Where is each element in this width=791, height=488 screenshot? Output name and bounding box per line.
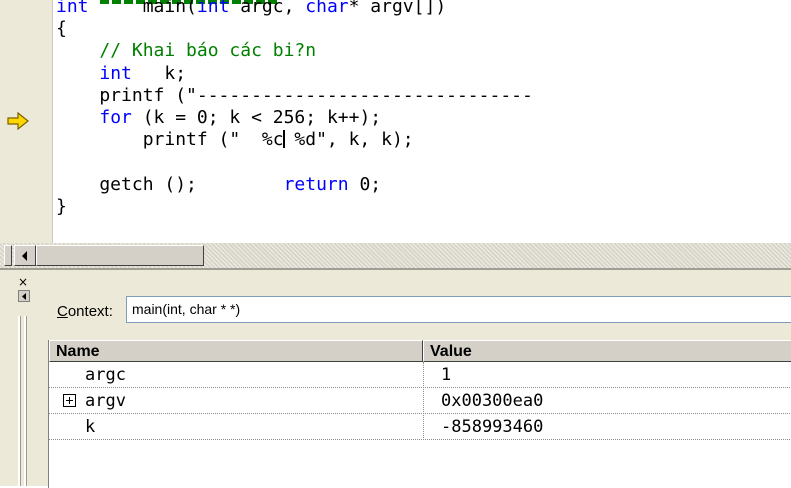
code-editor[interactable]: int main(int argc, char* argv[]){ // Kha… [0, 0, 791, 243]
variable-value: 0x00300ea0 [441, 391, 544, 411]
watch-toolbar: × [0, 270, 42, 486]
code-comment: // Khai báo các bi?n [99, 40, 317, 62]
watch-pane: × Context: main(int, char * *) Name Valu… [0, 268, 791, 488]
code-line[interactable]: printf ("------------------------------- [56, 84, 533, 107]
code-text: main( [88, 0, 197, 17]
code-keyword: char [305, 0, 349, 17]
context-label: Context: [57, 303, 113, 320]
table-row[interactable]: argc 1 [49, 362, 791, 388]
code-line[interactable]: int main(int argc, char* argv[]) [56, 0, 533, 18]
context-label-accel: C [57, 303, 68, 320]
variable-name: k [85, 417, 96, 437]
code-text: printf ("------------------------------- [56, 84, 533, 106]
arrow-left-icon [22, 251, 27, 261]
expand-plus-icon[interactable] [63, 394, 76, 407]
code-keyword: int [196, 0, 230, 17]
code-line[interactable]: for (k = 0; k < 256; k++); [56, 107, 533, 129]
context-label-text: ontext: [67, 303, 113, 320]
variables-table: Name Value argc 1 argv 0x00300ea0 k -858… [48, 340, 791, 488]
variable-name: argc [85, 365, 126, 385]
scroll-left-button[interactable] [14, 245, 36, 266]
code-line[interactable]: // Khai báo các bi?n [56, 40, 533, 62]
code-text: (k = 0; k < 256; k++); [131, 107, 382, 129]
source-code[interactable]: int main(int argc, char* argv[]){ // Kha… [56, 0, 533, 218]
split-handle[interactable] [4, 245, 12, 266]
code-text: getch (); [56, 173, 284, 195]
table-row[interactable]: argv 0x00300ea0 [49, 388, 791, 414]
table-row[interactable]: k -858993460 [49, 414, 791, 440]
code-line[interactable] [56, 151, 533, 173]
current-line-arrow-icon [7, 112, 29, 130]
code-text: { [56, 18, 67, 40]
variable-value: 1 [441, 365, 452, 385]
code-text: argc, [229, 0, 306, 17]
code-text: printf (" %c [56, 129, 284, 151]
context-dropdown[interactable]: main(int, char * *) [126, 296, 791, 323]
watch-scroll-left-button[interactable] [18, 290, 30, 302]
code-line[interactable]: printf (" %c %d", k, k); [56, 129, 533, 151]
variable-name: argv [85, 391, 126, 411]
scroll-thumb[interactable] [36, 245, 204, 266]
code-text: * argv[]) [348, 0, 447, 17]
column-header-value[interactable]: Value [423, 340, 791, 362]
code-keyword: int [99, 62, 132, 84]
code-line[interactable]: int k; [56, 63, 533, 85]
code-text: k; [131, 62, 187, 84]
close-icon[interactable]: × [18, 276, 28, 288]
code-line[interactable]: getch (); return 0; [56, 174, 533, 196]
code-text: 0; [348, 173, 382, 195]
pane-grip[interactable] [18, 316, 21, 486]
column-header-name[interactable]: Name [49, 340, 423, 362]
gutter-divider [52, 0, 53, 243]
code-keyword: return [283, 173, 349, 195]
code-keyword: int [56, 0, 89, 17]
variable-value: -858993460 [441, 417, 544, 437]
pane-grip[interactable] [24, 316, 27, 486]
code-text: } [56, 195, 67, 217]
code-text: %d", k, k); [283, 129, 414, 151]
code-keyword: for [99, 107, 132, 129]
column-divider [423, 362, 424, 440]
code-line[interactable]: } [56, 196, 533, 218]
horizontal-scrollbar[interactable] [0, 243, 791, 268]
code-line[interactable]: { [56, 18, 533, 40]
arrow-left-icon [22, 293, 26, 300]
